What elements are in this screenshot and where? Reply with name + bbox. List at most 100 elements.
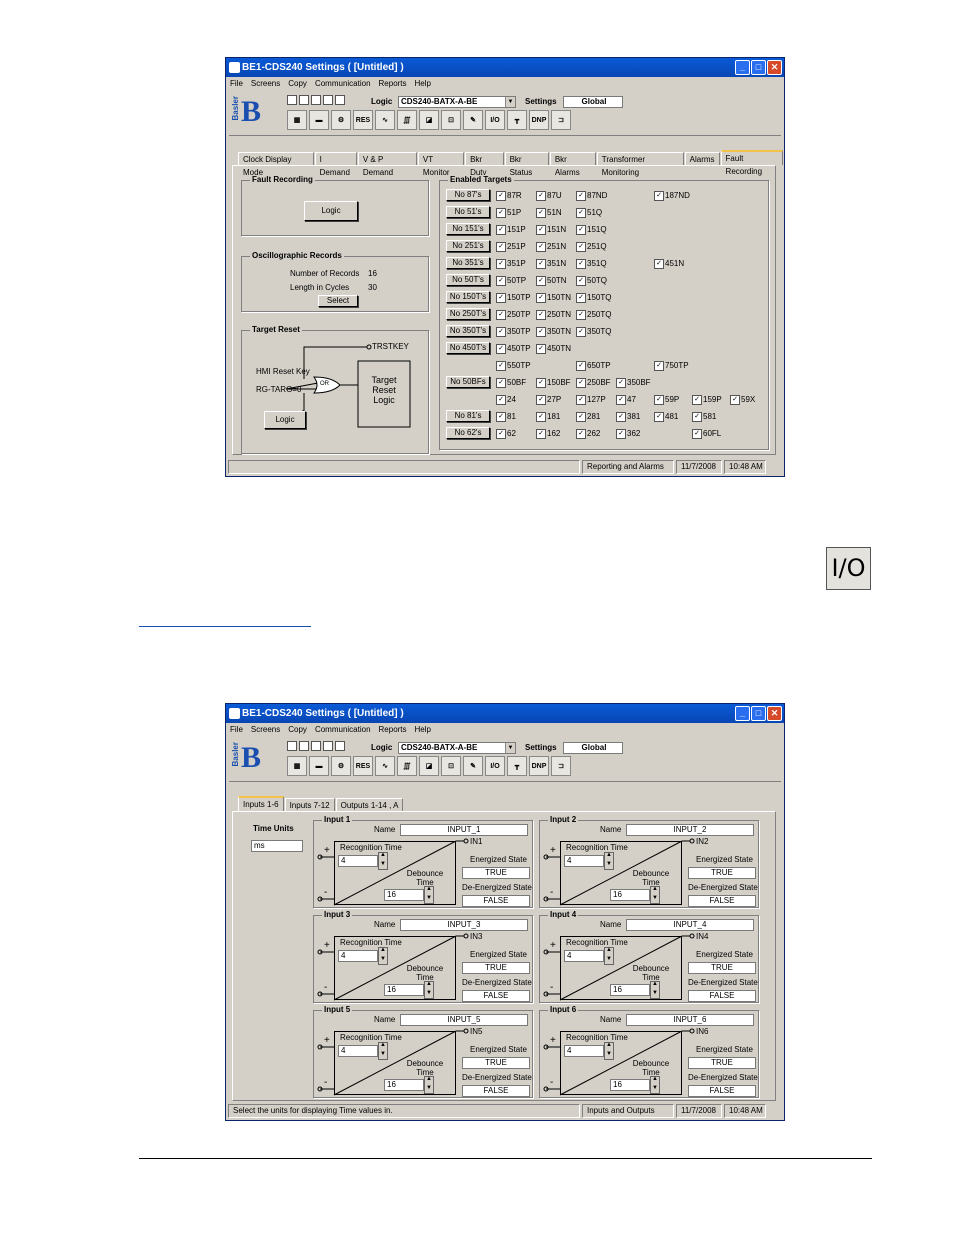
menu-file[interactable]: File (230, 725, 243, 737)
res-icon[interactable]: RES (353, 110, 373, 130)
res-icon[interactable]: RES (353, 756, 373, 776)
maximize-button[interactable]: □ (751, 706, 766, 721)
protection-icon[interactable]: ⚙ (331, 756, 351, 776)
logic-select[interactable]: CDS240-BATX-A-BE ▼ (398, 96, 516, 108)
recognition-time-field[interactable]: 4 (564, 1045, 604, 1057)
no-targets-button[interactable]: No 50T's (446, 274, 490, 286)
target-checkbox[interactable]: 750TP (654, 361, 689, 371)
debounce-time-field[interactable]: 16 (610, 984, 650, 996)
target-checkbox[interactable]: 350TQ (576, 327, 611, 337)
no-targets-button[interactable]: No 151's (446, 223, 490, 235)
target-checkbox[interactable]: 24 (496, 395, 516, 405)
tool-icon[interactable]: ✎ (463, 110, 483, 130)
energized-state-field[interactable]: TRUE (462, 1057, 530, 1069)
tab-bkr-alarms[interactable]: Bkr Alarms (549, 152, 596, 177)
target-checkbox[interactable]: 281 (576, 412, 600, 422)
save-icon[interactable] (311, 95, 321, 105)
target-checkbox[interactable]: 181 (536, 412, 560, 422)
winding-icon[interactable]: ∿ (375, 756, 395, 776)
recognition-time-field[interactable]: 4 (338, 855, 378, 867)
no-targets-button[interactable]: No 87's (446, 189, 490, 201)
recognition-time-field[interactable]: 4 (338, 950, 378, 962)
debounce-time-field[interactable]: 16 (610, 1079, 650, 1091)
target-checkbox[interactable]: 251Q (576, 242, 607, 252)
open-file-icon[interactable] (299, 741, 309, 751)
close-button[interactable]: ✕ (767, 706, 782, 721)
target-checkbox[interactable]: 351N (536, 259, 566, 269)
recognition-time-field[interactable]: 4 (338, 1045, 378, 1057)
target-checkbox[interactable]: 481 (654, 412, 678, 422)
target-checkbox[interactable]: 450TN (536, 344, 571, 354)
save-icon[interactable] (311, 741, 321, 751)
tab-transformer-monitoring[interactable]: Transformer Monitoring (596, 152, 684, 177)
energized-state-field[interactable]: TRUE (688, 962, 756, 974)
no-targets-button[interactable]: No 62's (446, 427, 490, 439)
tab-clock-display-mode[interactable]: Clock Display Mode (238, 152, 314, 177)
menu-screens[interactable]: Screens (251, 79, 280, 91)
target-checkbox[interactable]: 150TP (496, 293, 531, 303)
target-checkbox[interactable]: 51Q (576, 208, 602, 218)
settings-group-field[interactable]: Global (563, 742, 623, 754)
target-checkbox[interactable]: 50BF (496, 378, 526, 388)
target-checkbox[interactable]: 450TP (496, 344, 531, 354)
tab-i-demand[interactable]: I Demand (314, 152, 357, 177)
debounce-time-field[interactable]: 16 (384, 984, 424, 996)
menu-communication[interactable]: Communication (315, 79, 371, 91)
target-checkbox[interactable]: 451N (654, 259, 684, 269)
tab-bkr-duty[interactable]: Bkr Duty (465, 152, 504, 177)
menu-copy[interactable]: Copy (288, 79, 307, 91)
winding-icon[interactable]: ∿ (375, 110, 395, 130)
target-checkbox[interactable]: 151P (496, 225, 526, 235)
select-button[interactable]: Select (318, 295, 358, 307)
debounce-spinner[interactable] (424, 1076, 434, 1094)
fault-logic-button[interactable]: Logic (304, 201, 358, 221)
no-targets-button[interactable]: No 450T's (446, 342, 490, 354)
new-file-icon[interactable] (287, 95, 297, 105)
target-checkbox[interactable]: 187ND (654, 191, 690, 201)
recognition-spinner[interactable] (378, 947, 388, 965)
tab-inputs-7-12[interactable]: Inputs 7-12 (284, 798, 335, 811)
timer-icon[interactable]: ◪ (419, 110, 439, 130)
target-checkbox[interactable]: 150TQ (576, 293, 611, 303)
target-checkbox[interactable]: 27P (536, 395, 561, 405)
debounce-spinner[interactable] (650, 1076, 660, 1094)
no-targets-button[interactable]: No 250T's (446, 308, 490, 320)
target-checkbox[interactable]: 251P (496, 242, 526, 252)
energized-state-field[interactable]: TRUE (462, 962, 530, 974)
target-checkbox[interactable]: 50TQ (576, 276, 607, 286)
target-checkbox[interactable]: 51N (536, 208, 562, 218)
menu-communication[interactable]: Communication (315, 725, 371, 737)
target-checkbox[interactable]: 351P (496, 259, 526, 269)
tc-icon[interactable]: ┳ (507, 110, 527, 130)
deenergized-state-field[interactable]: FALSE (688, 895, 756, 907)
target-checkbox[interactable]: 87R (496, 191, 522, 201)
no-targets-button[interactable]: No 251's (446, 240, 490, 252)
relay-icon[interactable]: ▬ (309, 110, 329, 130)
menu-reports[interactable]: Reports (379, 79, 407, 91)
no-targets-button[interactable]: No 81's (446, 410, 490, 422)
logic-timer-icon[interactable]: ⊡ (441, 110, 461, 130)
coil-icon[interactable]: ∭ (397, 110, 417, 130)
energized-state-field[interactable]: TRUE (688, 867, 756, 879)
target-checkbox[interactable]: 350TN (536, 327, 571, 337)
target-checkbox[interactable]: 50TP (496, 276, 526, 286)
target-checkbox[interactable]: 351Q (576, 259, 607, 269)
no-targets-button[interactable]: No 150T's (446, 291, 490, 303)
minimize-button[interactable]: _ (735, 60, 750, 75)
deenergized-state-field[interactable]: FALSE (688, 990, 756, 1002)
logic-timer-icon[interactable]: ⊡ (441, 756, 461, 776)
recognition-spinner[interactable] (604, 947, 614, 965)
print-icon[interactable] (323, 741, 333, 751)
recognition-spinner[interactable] (604, 1042, 614, 1060)
recognition-spinner[interactable] (378, 852, 388, 870)
menu-copy[interactable]: Copy (288, 725, 307, 737)
energized-state-field[interactable]: TRUE (462, 867, 530, 879)
debounce-spinner[interactable] (650, 981, 660, 999)
plug-icon[interactable]: ⊐ (551, 110, 571, 130)
target-checkbox[interactable]: 62 (496, 429, 516, 439)
no-targets-button[interactable]: No 51's (446, 206, 490, 218)
target-checkbox[interactable]: 50TN (536, 276, 567, 286)
target-checkbox[interactable]: 250BF (576, 378, 611, 388)
tab-alarms[interactable]: Alarms (684, 152, 720, 165)
deenergized-state-field[interactable]: FALSE (462, 990, 530, 1002)
